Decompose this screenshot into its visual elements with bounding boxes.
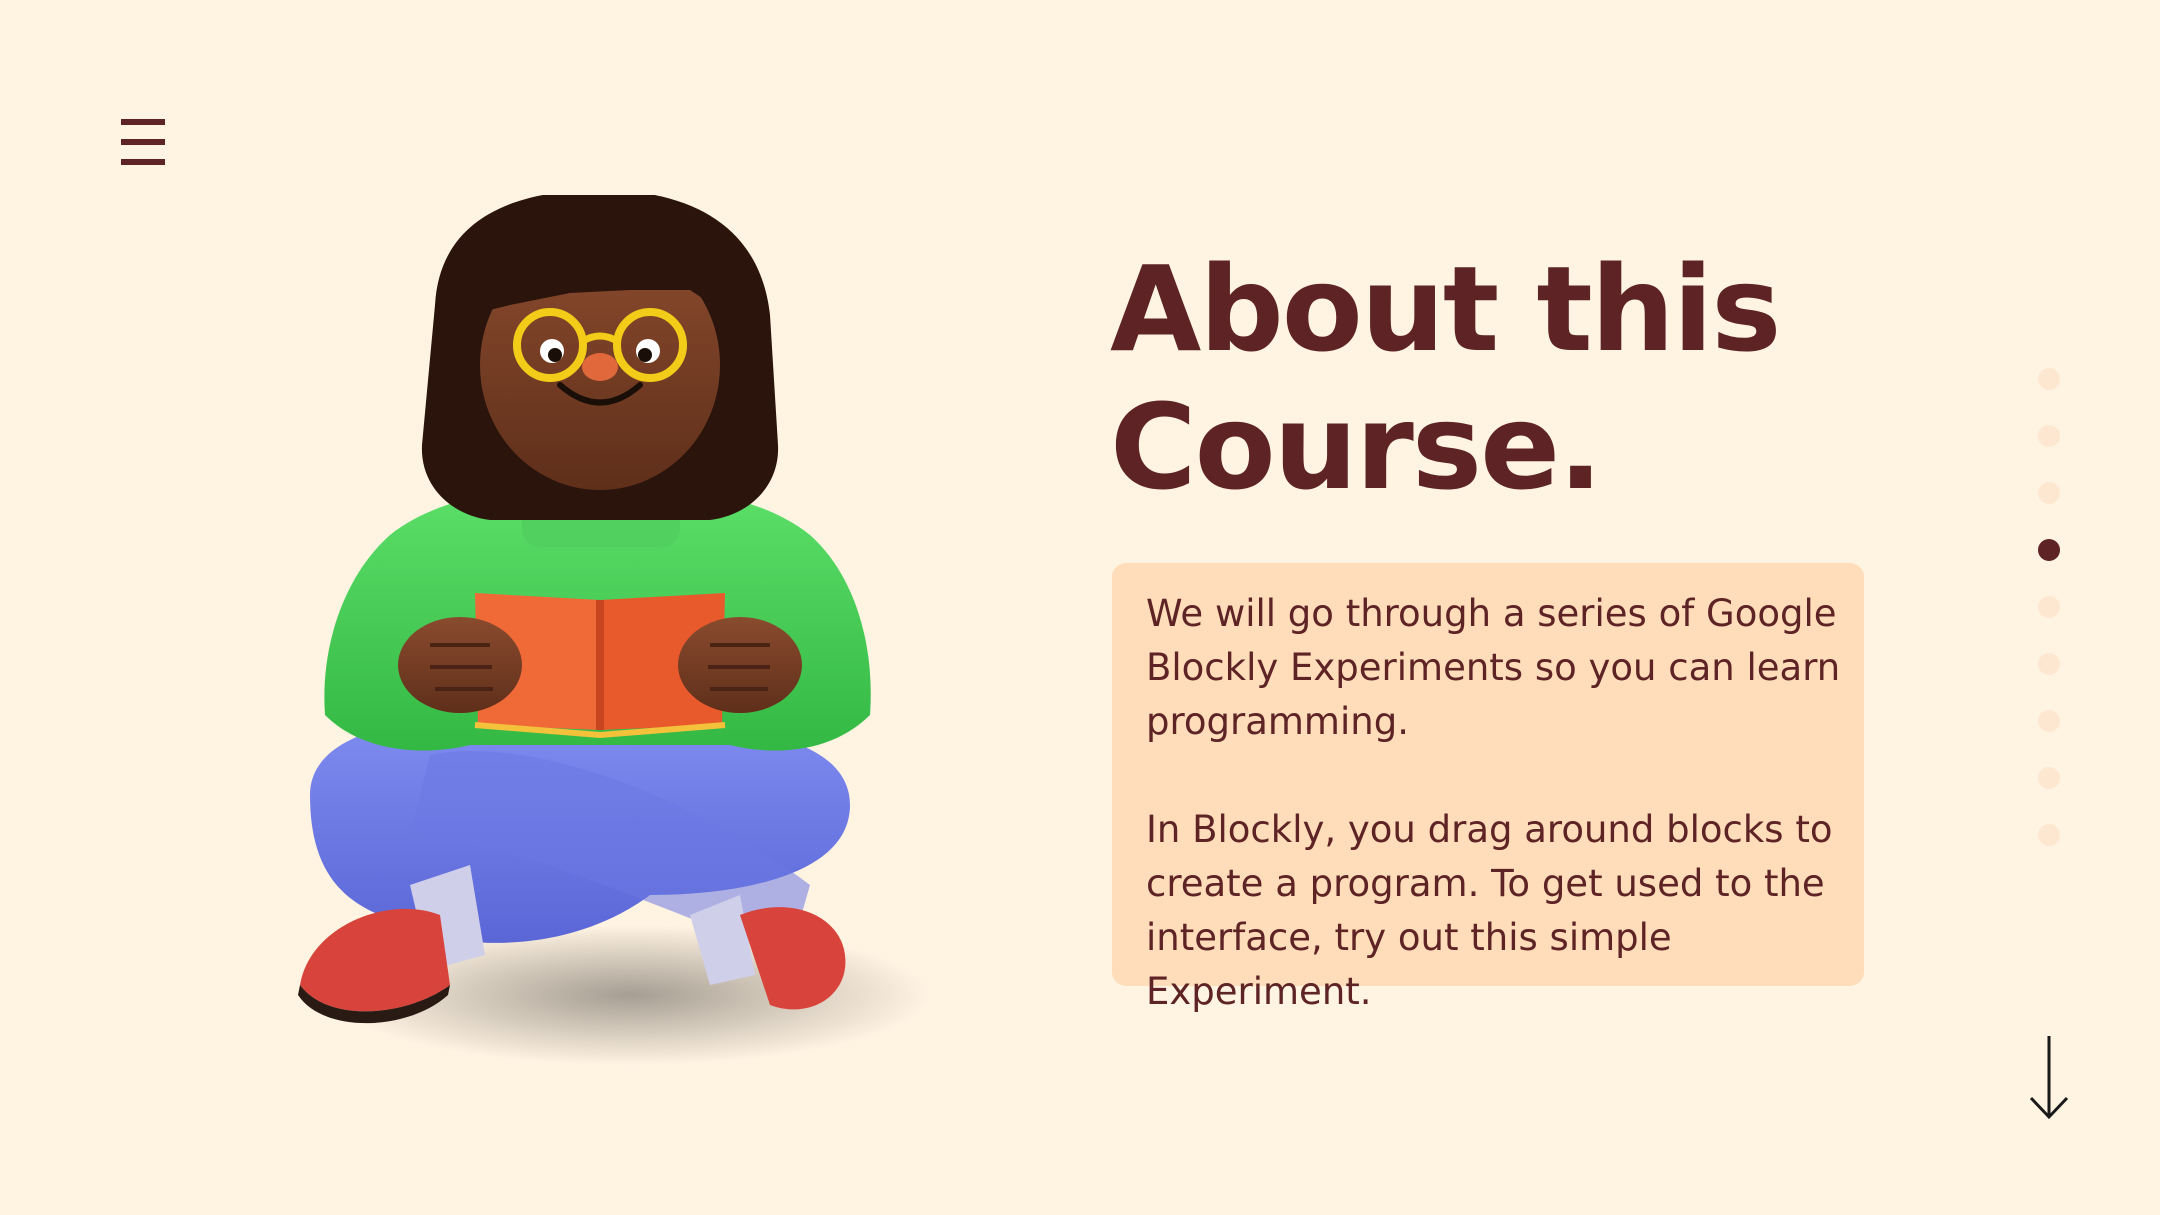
pagination-dot-6[interactable] <box>2038 653 2060 675</box>
pagination-dot-1[interactable] <box>2038 368 2060 390</box>
arrow-down-icon[interactable] <box>2027 1036 2071 1120</box>
pagination-dot-2[interactable] <box>2038 425 2060 447</box>
pagination-dot-3[interactable] <box>2038 482 2060 504</box>
slide-page: About this Course. We will go through a … <box>0 0 2160 1215</box>
girl-reading-book-illustration <box>298 195 930 1065</box>
pagination-dot-8[interactable] <box>2038 767 2060 789</box>
pagination-dot-9[interactable] <box>2038 824 2060 846</box>
pagination-dot-4-active[interactable] <box>2038 539 2060 561</box>
description-paragraph-2: In Blockly, you drag around blocks to cr… <box>1146 808 1833 1013</box>
description-paragraph-1: We will go through a series of Google Bl… <box>1146 592 1841 743</box>
hamburger-menu-icon[interactable] <box>121 119 165 165</box>
page-title: About this Course. <box>1110 240 1910 516</box>
page-title-line-2: Course. <box>1110 378 1603 516</box>
pagination-dot-7[interactable] <box>2038 710 2060 732</box>
course-description-card: We will go through a series of Google Bl… <box>1112 563 1864 1013</box>
pagination-dot-5[interactable] <box>2038 596 2060 618</box>
page-title-line-1: About this <box>1110 240 1781 378</box>
